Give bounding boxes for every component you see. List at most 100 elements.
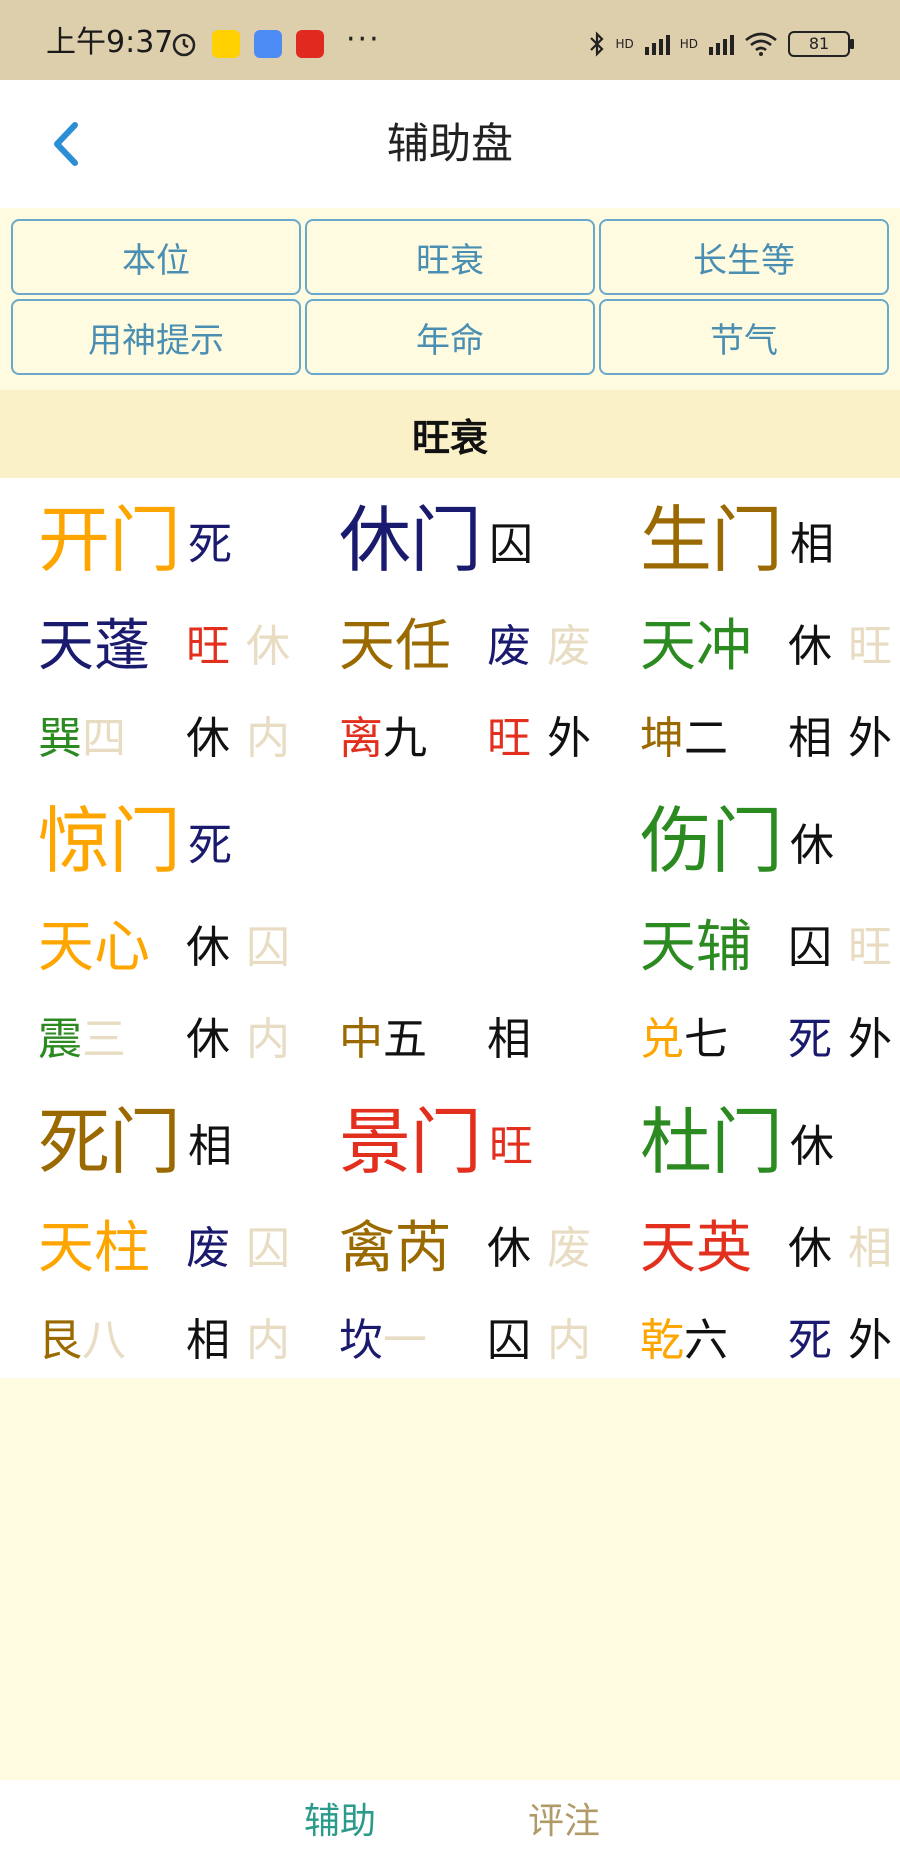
app-icon-blue xyxy=(254,30,282,58)
gua-label: 坎 xyxy=(339,1315,383,1366)
gua-position: 内 xyxy=(246,1315,290,1366)
nav-pingzhu[interactable]: 评注 xyxy=(528,1802,600,1842)
star-state: 休 xyxy=(788,621,832,672)
door-state: 死 xyxy=(188,820,232,871)
star-extra: 废 xyxy=(547,621,591,672)
palace-grid: 开门 死 天蓬 旺 休 巽 四 休 内 休门 囚 天任 废 废 离 九 旺 外 … xyxy=(0,478,900,1378)
star-label: 天冲 xyxy=(640,614,752,679)
status-time: 上午9:37 xyxy=(46,25,174,60)
gua-label: 兑 xyxy=(640,1014,684,1065)
palace-cell: 开门 死 天蓬 旺 休 巽 四 休 内 xyxy=(0,478,298,776)
bluetooth-icon xyxy=(590,31,605,57)
door-label: 伤门 xyxy=(640,799,783,883)
door-state: 相 xyxy=(790,519,834,570)
gua-position: 内 xyxy=(246,713,290,764)
gua-label: 离 xyxy=(339,713,383,764)
tab-area: 本位 旺衰 长生等 用神提示 年命 节气 xyxy=(0,208,900,390)
star-label: 天柱 xyxy=(38,1216,150,1281)
star-label: 天任 xyxy=(339,614,451,679)
tab-jieqi[interactable]: 节气 xyxy=(599,299,889,375)
star-state: 旺 xyxy=(186,621,230,672)
door-label: 死门 xyxy=(38,1100,181,1184)
door-state: 囚 xyxy=(489,519,533,570)
palace-cell: 景门 旺 禽芮 休 废 坎 一 囚 内 xyxy=(301,1080,599,1378)
star-extra: 休 xyxy=(246,621,290,672)
palace-cell: 死门 相 天柱 废 囚 艮 八 相 内 xyxy=(0,1080,298,1378)
star-label: 天辅 xyxy=(640,915,752,980)
gua-state: 囚 xyxy=(487,1315,531,1366)
tab-wangshuai[interactable]: 旺衰 xyxy=(305,219,595,295)
star-state: 囚 xyxy=(788,922,832,973)
palace-cell: 伤门 休 天辅 囚 旺 兑 七 死 外 xyxy=(602,779,900,1077)
alarm-icon xyxy=(172,33,196,57)
gua-number: 三 xyxy=(82,1014,126,1065)
door-label: 开门 xyxy=(38,498,181,582)
door-label: 生门 xyxy=(640,498,783,582)
section-title: 旺衰 xyxy=(0,390,900,478)
star-state: 休 xyxy=(186,922,230,973)
gua-state: 死 xyxy=(788,1315,832,1366)
more-notifications-icon: ··· xyxy=(346,22,381,57)
wifi-icon xyxy=(745,32,777,56)
gua-label: 坤 xyxy=(640,713,684,764)
gua-label: 艮 xyxy=(38,1315,82,1366)
gua-number: 一 xyxy=(383,1315,427,1366)
gua-state: 休 xyxy=(186,1014,230,1065)
gua-number: 八 xyxy=(82,1315,126,1366)
gua-state: 死 xyxy=(788,1014,832,1065)
gua-number: 七 xyxy=(684,1014,728,1065)
tab-benwei[interactable]: 本位 xyxy=(11,219,301,295)
door-state: 旺 xyxy=(489,1121,533,1172)
bottom-nav: 辅助 评注 xyxy=(0,1780,900,1858)
tab-changsheng[interactable]: 长生等 xyxy=(599,219,889,295)
tab-yongshen[interactable]: 用神提示 xyxy=(11,299,301,375)
gua-label: 中 xyxy=(339,1014,383,1065)
gua-number: 九 xyxy=(383,713,427,764)
star-label: 天英 xyxy=(640,1216,752,1281)
meituan-app-icon xyxy=(212,30,240,58)
star-extra: 相 xyxy=(848,1223,892,1274)
star-label: 天心 xyxy=(38,915,150,980)
gua-number: 六 xyxy=(684,1315,728,1366)
gua-position: 外 xyxy=(547,713,591,764)
gua-number: 四 xyxy=(82,713,126,764)
star-state: 休 xyxy=(487,1223,531,1274)
gua-position: 内 xyxy=(246,1014,290,1065)
signal-2-label: HD xyxy=(679,37,698,51)
door-state: 休 xyxy=(790,1121,834,1172)
door-state: 死 xyxy=(188,519,232,570)
gua-position: 外 xyxy=(848,1014,892,1065)
star-extra: 旺 xyxy=(848,922,892,973)
tab-nianming[interactable]: 年命 xyxy=(305,299,595,375)
gua-label: 巽 xyxy=(38,713,82,764)
star-state: 废 xyxy=(487,621,531,672)
gua-position: 内 xyxy=(547,1315,591,1366)
star-extra: 囚 xyxy=(246,922,290,973)
star-extra: 囚 xyxy=(246,1223,290,1274)
signal-2-icon xyxy=(709,35,734,55)
battery-icon: 81 xyxy=(788,31,854,57)
door-state: 相 xyxy=(188,1121,232,1172)
gua-number: 二 xyxy=(684,713,728,764)
status-bar: 上午9:37 ··· HD HD 81 xyxy=(0,0,900,80)
palace-cell: 中 五 相 xyxy=(301,779,599,1077)
star-extra: 旺 xyxy=(848,621,892,672)
gua-state: 休 xyxy=(186,713,230,764)
star-state: 废 xyxy=(186,1223,230,1274)
star-label: 天蓬 xyxy=(38,614,150,679)
app-icon-red xyxy=(296,30,324,58)
header: 辅助盘 xyxy=(0,80,900,209)
door-label: 杜门 xyxy=(640,1100,783,1184)
star-extra: 废 xyxy=(547,1223,591,1274)
status-right: HD HD 81 xyxy=(589,30,854,58)
gua-state: 相 xyxy=(186,1315,230,1366)
gua-state: 相 xyxy=(788,713,832,764)
signal-1-label: HD xyxy=(615,37,634,51)
nav-fuzhu[interactable]: 辅助 xyxy=(304,1802,376,1842)
gua-position: 外 xyxy=(848,713,892,764)
door-label: 休门 xyxy=(339,498,482,582)
door-label: 景门 xyxy=(339,1100,482,1184)
gua-state: 相 xyxy=(487,1014,531,1065)
palace-cell: 惊门 死 天心 休 囚 震 三 休 内 xyxy=(0,779,298,1077)
app-root: 上午9:37 ··· HD HD 81 辅助盘 本位 旺衰 长生等 用神提示 年… xyxy=(0,0,900,1858)
